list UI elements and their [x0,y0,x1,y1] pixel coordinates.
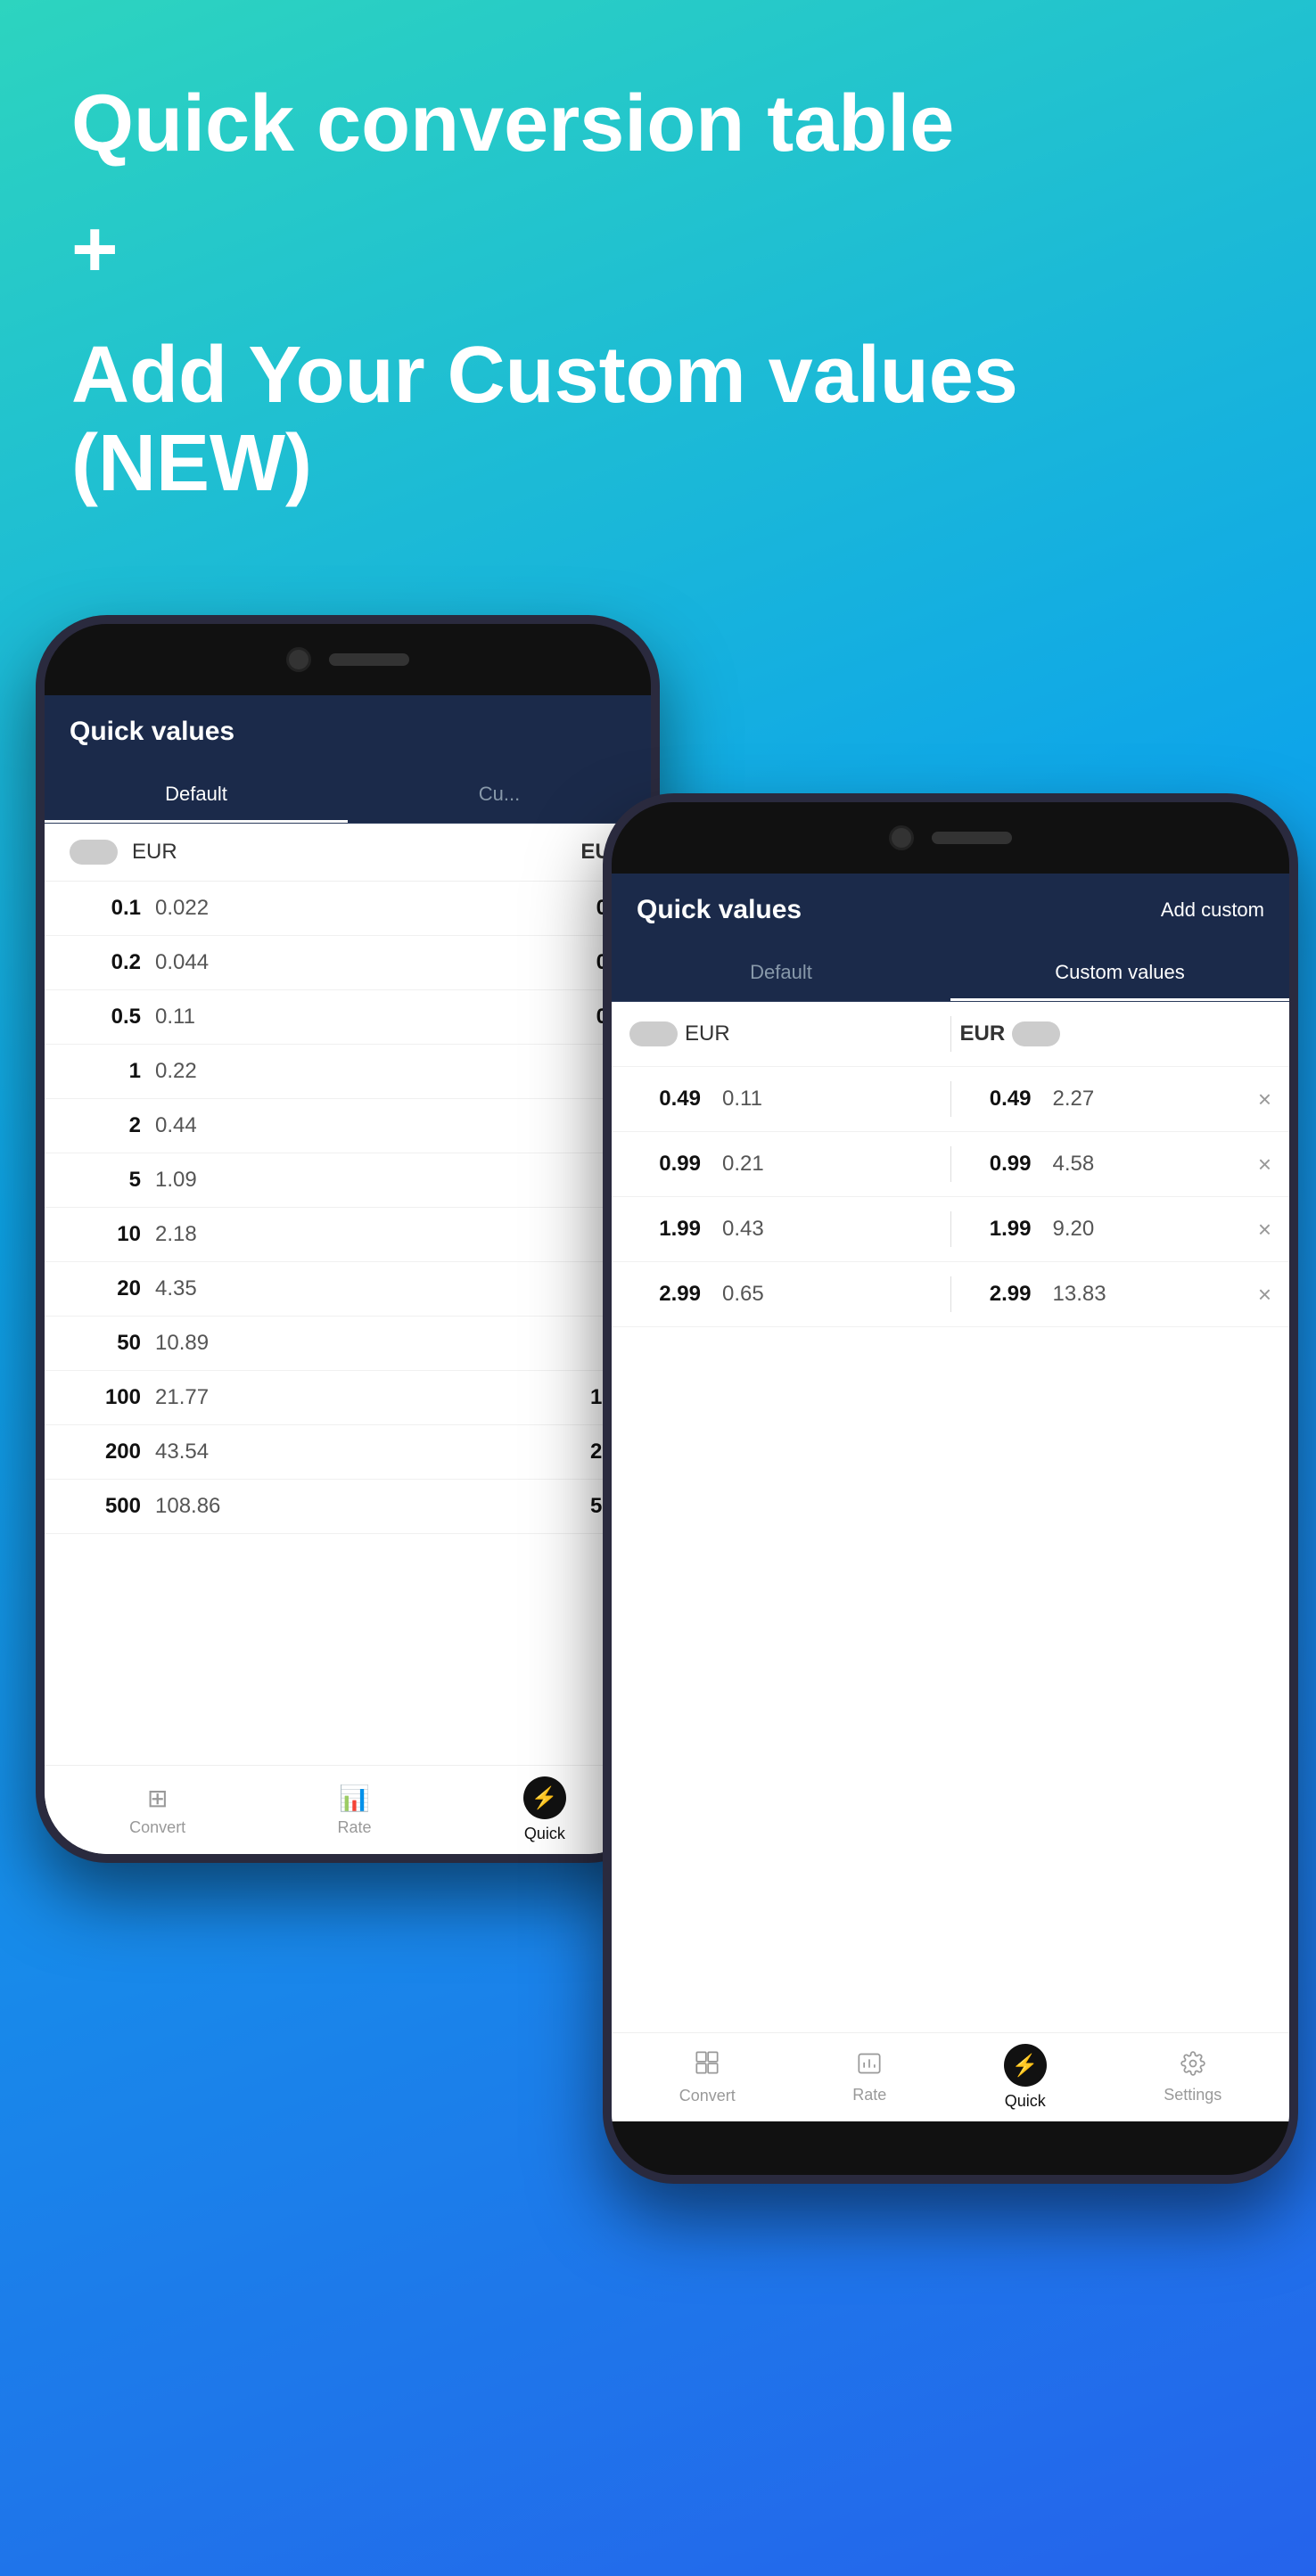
table-row: 5 1.09 5 [45,1153,651,1208]
quick-label-2: Quick [1005,2092,1046,2111]
phone-1: Quick values Default Cu... EUR EUR 0.1 [36,615,660,1863]
phone-2-notch [612,802,1289,874]
right-currency-col: EUR [960,1021,1272,1046]
phone-2-bottom-nav: Convert Rate ⚡ [612,2032,1289,2121]
nav-rate-1[interactable]: 📊 Rate [338,1784,372,1837]
col-divider [950,1016,951,1052]
nav-settings-2[interactable]: Settings [1164,2051,1221,2104]
nav-rate-2[interactable]: Rate [852,2051,886,2104]
table-row: 10 2.18 10 [45,1208,651,1262]
convert-label-1: Convert [129,1818,185,1837]
speaker-2 [932,832,1012,844]
phone-2-content: EUR EUR 0.49 0.11 0.49 [612,1002,1289,2121]
camera-1 [286,647,311,672]
content-spacer [612,1327,1289,2032]
table-row: 2 0.44 2 [45,1099,651,1153]
table-row: 0.49 0.11 0.49 2.27 × [612,1067,1289,1132]
quick-label-1: Quick [524,1825,565,1843]
phones-container: Quick values Default Cu... EUR EUR 0.1 [0,615,1316,2576]
rate-icon-1: 📊 [339,1784,370,1813]
close-row-button[interactable]: × [1258,1216,1271,1243]
settings-icon-2 [1180,2051,1205,2080]
right-data-col: 2.99 13.83 × [960,1281,1272,1309]
table-row: 0.1 0.022 0.1 [45,882,651,936]
currency-from-1: EUR [132,840,177,865]
convert-icon-1: ⊞ [147,1784,168,1813]
convert-icon-2 [695,2050,720,2081]
phone-1-notch [45,624,651,695]
tab-default-1[interactable]: Default [45,768,348,823]
phone-1-currency-row: EUR EUR [45,824,651,882]
right-data-col: 0.99 4.58 × [960,1151,1272,1178]
table-row: 1.99 0.43 1.99 9.20 × [612,1197,1289,1262]
table-row: 0.99 0.21 0.99 4.58 × [612,1132,1289,1197]
left-data-col: 0.49 0.11 [629,1087,942,1112]
toggle-eur-left-2[interactable] [629,1021,678,1046]
close-row-button[interactable]: × [1258,1151,1271,1178]
left-currency-col: EUR [629,1021,942,1046]
nav-convert-2[interactable]: Convert [679,2050,736,2105]
table-row: 2.99 0.65 2.99 13.83 × [612,1262,1289,1327]
currency-from-2: EUR [685,1021,730,1046]
phone-2: Quick values Add custom Default Custom v… [603,793,1298,2184]
rate-icon-2 [857,2051,882,2080]
tab-custom-1[interactable]: Cu... [348,768,651,823]
table-row: 1 0.22 1 [45,1045,651,1099]
right-data-col: 1.99 9.20 × [960,1216,1272,1243]
table-row: 200 43.54 200 [45,1425,651,1480]
rate-label-2: Rate [852,2086,886,2104]
close-row-button[interactable]: × [1258,1281,1271,1309]
phone-2-title: Quick values [637,895,802,925]
toggle-eur-left-1[interactable] [70,840,118,865]
col-divider [950,1211,951,1247]
right-data-col: 0.49 2.27 × [960,1086,1272,1113]
phone-1-table: 0.1 0.022 0.1 0.2 0.044 0.2 0.5 0.11 0.5 [45,882,651,1765]
nav-convert-1[interactable]: ⊞ Convert [129,1784,185,1837]
nav-quick-2[interactable]: ⚡ Quick [1004,2044,1047,2111]
settings-label-2: Settings [1164,2086,1221,2104]
quick-icon-1: ⚡ [523,1776,566,1819]
phone-1-app-header: Quick values [45,695,651,768]
tab-custom-values-2[interactable]: Custom values [950,947,1289,1001]
left-data-col: 2.99 0.65 [629,1282,942,1307]
toggle-eur-right-2[interactable] [1012,1021,1060,1046]
nav-quick-1[interactable]: ⚡ Quick [523,1776,566,1843]
speaker-1 [329,653,409,666]
phone-1-tabs: Default Cu... [45,768,651,824]
phone-2-currency-row: EUR EUR [612,1002,1289,1067]
currency-to-2: EUR [960,1021,1006,1046]
phone-2-app-header: Quick values Add custom [612,874,1289,947]
col-divider [950,1276,951,1312]
quick-icon-2: ⚡ [1004,2044,1047,2087]
hero-title: Quick conversion table [71,80,1245,168]
table-row: 50 10.89 50 [45,1317,651,1371]
hero-subtitle: Add Your Custom values (NEW) [71,332,1245,508]
close-row-button[interactable]: × [1258,1086,1271,1113]
phone-1-bottom-nav: ⊞ Convert 📊 Rate ⚡ Quick [45,1765,651,1854]
camera-2 [889,825,914,850]
convert-label-2: Convert [679,2087,736,2105]
tab-default-2[interactable]: Default [612,947,950,1001]
table-row: 0.5 0.11 0.5 [45,990,651,1045]
table-row: 0.2 0.044 0.2 [45,936,651,990]
left-data-col: 0.99 0.21 [629,1152,942,1177]
rate-label-1: Rate [338,1818,372,1837]
table-row: 20 4.35 20 [45,1262,651,1317]
left-data-col: 1.99 0.43 [629,1217,942,1242]
phone-2-bottom-bar [612,2121,1289,2175]
add-custom-button[interactable]: Add custom [1161,898,1264,922]
col-divider [950,1081,951,1117]
hero-section: Quick conversion table + Add Your Custom… [0,0,1316,562]
phone-1-title: Quick values [70,717,234,747]
col-divider [950,1146,951,1182]
table-row: 100 21.77 100 [45,1371,651,1425]
phone-1-content: EUR EUR 0.1 0.022 0.1 0.2 0.044 0.2 [45,824,651,1854]
phone-2-tabs: Default Custom values [612,947,1289,1002]
hero-plus: + [71,204,1245,296]
table-row: 500 108.86 500 [45,1480,651,1534]
